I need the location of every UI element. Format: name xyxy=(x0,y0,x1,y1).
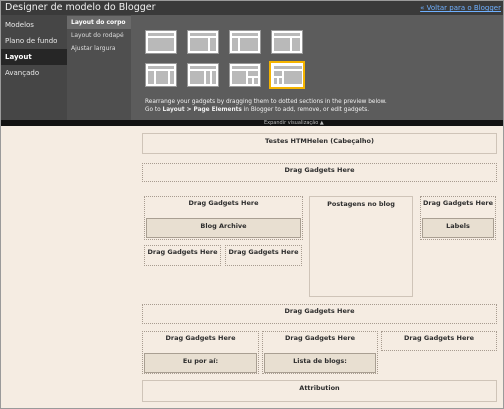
main-nav: Modelos Plano de fundo Layout Avançado xyxy=(1,15,67,120)
blog-archive-gadget[interactable]: Blog Archive xyxy=(146,218,301,238)
app-title: Designer de modelo do Blogger xyxy=(5,2,156,13)
layout-option-3[interactable] xyxy=(229,30,261,54)
layout-option-2[interactable] xyxy=(187,30,219,54)
header-section[interactable]: Testes HTMHelen (Cabeçalho) xyxy=(142,133,497,154)
subnav-item-ajustar-largura[interactable]: Ajustar largura xyxy=(67,42,131,55)
left-sidebar-top[interactable]: Drag Gadgets Here Blog Archive xyxy=(144,196,303,240)
drop-zone-top-label: Drag Gadgets Here xyxy=(284,166,355,174)
blogger-template-designer: Designer de modelo do Blogger « Voltar p… xyxy=(0,0,504,409)
nav-item-plano-de-fundo[interactable]: Plano de fundo xyxy=(1,33,67,49)
designer-panel: Modelos Plano de fundo Layout Avançado L… xyxy=(1,15,503,120)
drop-zone-middle-label: Drag Gadgets Here xyxy=(284,307,355,315)
nav-item-modelos[interactable]: Modelos xyxy=(1,17,67,33)
footer-col-1-label: Drag Gadgets Here xyxy=(165,334,236,342)
right-sidebar-drag-label: Drag Gadgets Here xyxy=(422,199,494,207)
left-sidebar-col-2[interactable]: Drag Gadgets Here xyxy=(225,245,302,266)
expand-preview-label[interactable]: Expandir visualização ▲ xyxy=(264,120,324,126)
footer-col-3-label: Drag Gadgets Here xyxy=(403,334,475,342)
footer-column-3[interactable]: Drag Gadgets Here xyxy=(381,331,497,351)
left-sidebar-drag-label: Drag Gadgets Here xyxy=(188,199,259,207)
left-col-1-label: Drag Gadgets Here xyxy=(147,248,218,256)
instructions-suffix: in Blogger to add, remove, or edit gadge… xyxy=(241,107,370,113)
nav-item-avancado[interactable]: Avançado xyxy=(1,65,67,81)
layout-instructions: Rearrange your gadgets by dragging them … xyxy=(145,98,387,114)
layout-option-4[interactable] xyxy=(271,30,303,54)
eu-por-ai-gadget[interactable]: Eu por aí: xyxy=(144,353,257,373)
layout-option-7[interactable] xyxy=(229,63,261,87)
layout-options-panel: Rearrange your gadgets by dragging them … xyxy=(131,15,503,120)
blog-posts-label: Postagens no blog xyxy=(327,200,395,208)
back-to-blogger-link[interactable]: « Voltar para o Blogger xyxy=(420,2,501,14)
header-label: Testes HTMHelen (Cabeçalho) xyxy=(265,137,374,145)
subnav-item-layout-do-rodape[interactable]: Layout do rodapé xyxy=(67,29,131,42)
right-sidebar[interactable]: Drag Gadgets Here Labels xyxy=(420,196,496,240)
left-sidebar-col-1[interactable]: Drag Gadgets Here xyxy=(144,245,221,266)
expand-preview-bar[interactable]: Expandir visualização ▲ xyxy=(1,120,503,126)
instructions-line-2: Go to Layout > Page Elements in Blogger … xyxy=(145,106,387,114)
drop-zone-middle[interactable]: Drag Gadgets Here xyxy=(142,304,497,324)
drop-zone-top[interactable]: Drag Gadgets Here xyxy=(142,163,497,182)
blog-posts-section[interactable]: Postagens no blog xyxy=(309,196,413,297)
attribution-label: Attribution xyxy=(299,384,340,392)
footer-column-1[interactable]: Drag Gadgets Here Eu por aí: xyxy=(142,331,259,374)
footer-column-2[interactable]: Drag Gadgets Here Lista de blogs: xyxy=(262,331,378,374)
attribution-section[interactable]: Attribution xyxy=(142,380,497,402)
layout-subnav: Layout do corpo Layout do rodapé Ajustar… xyxy=(67,15,131,120)
instructions-prefix: Go to xyxy=(145,107,163,113)
layout-option-8-selected[interactable] xyxy=(269,61,305,89)
subnav-item-layout-do-corpo[interactable]: Layout do corpo xyxy=(67,16,131,29)
nav-item-layout[interactable]: Layout xyxy=(1,49,67,65)
left-col-2-label: Drag Gadgets Here xyxy=(228,248,299,256)
footer-col-2-label: Drag Gadgets Here xyxy=(284,334,356,342)
layout-option-6[interactable] xyxy=(187,63,219,87)
layout-option-1[interactable] xyxy=(145,30,177,54)
instructions-line-1: Rearrange your gadgets by dragging them … xyxy=(145,99,387,105)
instructions-bold: Layout > Page Elements xyxy=(162,107,242,113)
lista-de-blogs-gadget[interactable]: Lista de blogs: xyxy=(264,353,376,373)
labels-gadget[interactable]: Labels xyxy=(422,218,494,238)
title-bar: Designer de modelo do Blogger « Voltar p… xyxy=(1,1,503,15)
layout-option-5[interactable] xyxy=(145,63,177,87)
